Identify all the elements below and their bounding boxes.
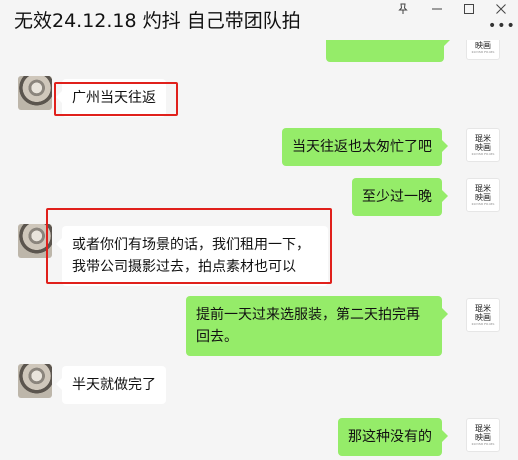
message-bubble-contact: 或者你们有场景的话，我们租用一下，我带公司摄影过去，拍点素材也可以 [56, 226, 328, 286]
chat-title: 无效24.12.18 灼抖 自己带团队拍 [14, 10, 301, 32]
avatar-brand-line2: 映画 [475, 193, 491, 202]
contact-avatar[interactable] [18, 224, 52, 258]
avatar-brand-sub: KUNMI FILMS [471, 50, 495, 54]
avatar-brand-sub: KUNMI FILMS [471, 152, 495, 156]
maximize-icon[interactable] [456, 0, 482, 18]
self-avatar[interactable]: 琨米 映画 KUNMI FILMS [466, 178, 500, 212]
message-bubble-contact: 广州当天往返 [56, 79, 166, 117]
self-avatar[interactable]: 琨米 映画 KUNMI FILMS [466, 298, 500, 332]
avatar-brand-line1: 琨米 [475, 424, 491, 433]
self-avatar[interactable]: 琨米 映画 KUNMI FILMS [466, 418, 500, 452]
avatar-brand-line2: 映画 [475, 143, 491, 152]
contact-avatar[interactable] [18, 76, 52, 110]
chat-window: 无效24.12.18 灼抖 自己带团队拍 ••• 琨米 映画 KUNMI FIL… [0, 0, 518, 460]
self-avatar[interactable]: 琨米 映画 KUNMI FILMS [466, 128, 500, 162]
message-bubble-self: 提前一天过来选服装，第二天拍完再回去。 [186, 296, 448, 356]
message-bubble-contact: 半天就做完了 [56, 366, 166, 404]
message-bubble-self: 至少过一晚 [352, 178, 448, 216]
avatar-brand-sub: KUNMI FILMS [471, 322, 495, 326]
message-bubble-self [326, 40, 450, 62]
minimize-icon[interactable] [424, 0, 450, 18]
avatar-brand-line1: 琨米 [475, 304, 491, 313]
more-icon[interactable]: ••• [488, 18, 515, 36]
message-bubble-self: 那这种没有的 [338, 418, 448, 456]
avatar-brand-line2: 映画 [475, 41, 491, 50]
avatar-brand-sub: KUNMI FILMS [471, 442, 495, 446]
contact-avatar[interactable] [18, 364, 52, 398]
avatar-brand-sub: KUNMI FILMS [471, 202, 495, 206]
avatar-brand-line1: 琨米 [475, 184, 491, 193]
avatar-brand-line2: 映画 [475, 313, 491, 322]
close-icon[interactable] [488, 0, 514, 18]
message-bubble-self: 当天往返也太匆忙了吧 [282, 128, 448, 166]
avatar-brand-line2: 映画 [475, 433, 491, 442]
avatar-brand-line1: 琨米 [475, 134, 491, 143]
self-avatar[interactable]: 琨米 映画 KUNMI FILMS [466, 40, 500, 60]
pin-icon[interactable] [390, 0, 416, 18]
title-bar: 无效24.12.18 灼抖 自己带团队拍 ••• [0, 0, 518, 40]
message-list[interactable]: 琨米 映画 KUNMI FILMS 广州当天往返 当天往返也太匆忙了吧 琨米 映… [0, 40, 518, 460]
